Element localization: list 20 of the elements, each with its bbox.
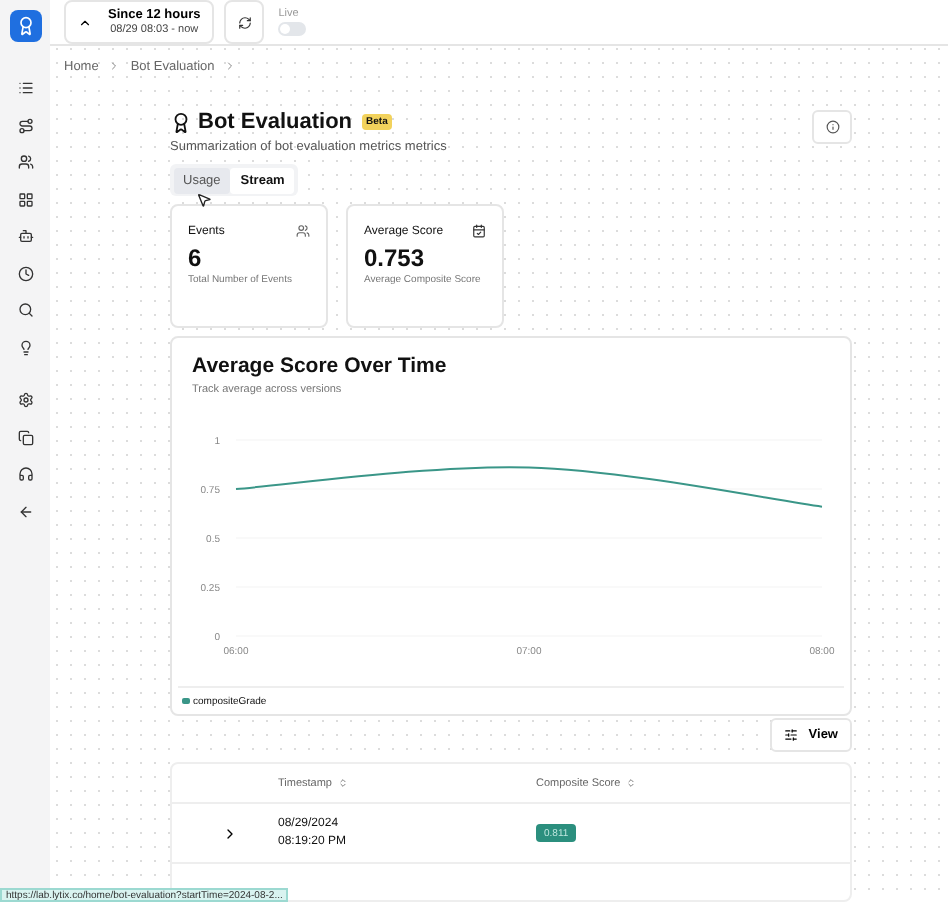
sort-icon <box>338 778 348 788</box>
info-button[interactable] <box>812 110 852 144</box>
chevron-right-icon <box>224 60 237 72</box>
award-icon <box>170 111 192 133</box>
refresh-button[interactable] <box>224 0 265 44</box>
calendar-icon <box>472 224 486 238</box>
page-title: Bot Evaluation <box>198 110 353 134</box>
cursor-icon <box>196 192 212 208</box>
refresh-icon <box>237 15 252 29</box>
chart-title: Average Score Over Time <box>192 354 449 378</box>
sort-icon <box>626 778 637 788</box>
info-icon <box>825 120 839 134</box>
users-icon <box>296 224 310 238</box>
live-toggle[interactable] <box>278 22 307 36</box>
stat-value: 0.753 <box>364 244 427 272</box>
chevron-right-icon <box>108 60 121 72</box>
sliders-icon <box>784 728 799 742</box>
stat-value: 6 <box>188 244 204 272</box>
chevron-up-icon <box>78 15 92 29</box>
app-logo[interactable] <box>9 10 41 42</box>
